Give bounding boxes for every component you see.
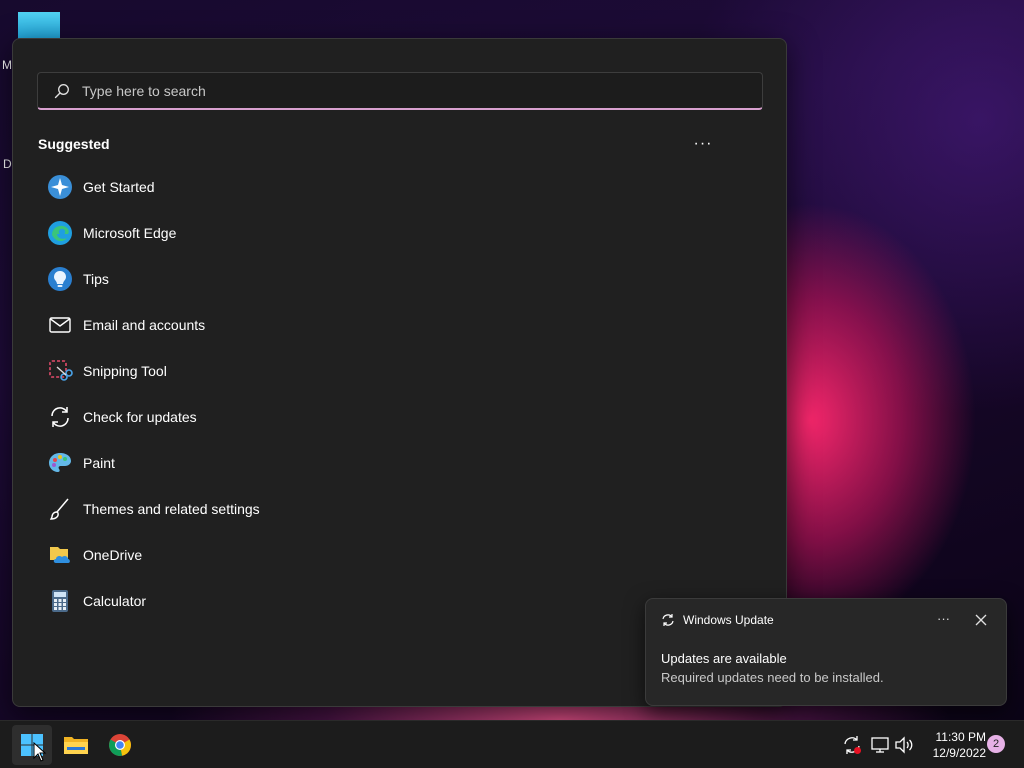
search-input[interactable] [80,81,762,100]
suggested-item-label: Check for updates [83,409,197,425]
tips-icon [47,266,73,292]
update-icon [47,404,73,430]
clock-time: 11:30 PM [935,730,986,744]
search-box[interactable] [37,72,763,110]
toast-app-name: Windows Update [683,613,774,627]
chrome-button[interactable] [100,725,140,765]
paint-icon [47,450,73,476]
toast-header: Windows Update [661,613,774,627]
desktop-label-fragment: M [2,58,12,72]
suggested-item-label: Tips [83,271,109,287]
suggested-item-calculator[interactable]: Calculator [37,578,737,624]
suggested-item-label: Themes and related settings [83,501,260,517]
toast-body: Required updates need to be installed. [661,670,884,685]
chrome-icon [109,734,131,756]
update-tray-icon[interactable] [842,735,862,755]
notification-count-badge[interactable]: 2 [987,735,1005,753]
suggested-item-label: Paint [83,455,115,471]
suggested-item-get-started[interactable]: Get Started [37,164,737,210]
suggested-item-label: Get Started [83,179,155,195]
suggested-item-label: Email and accounts [83,317,206,333]
file-explorer-icon [64,737,88,754]
suggested-item-label: OneDrive [83,547,143,563]
taskbar: 11:30 PM 12/9/2022 [0,720,1024,768]
suggested-more-button[interactable]: ··· [689,135,717,153]
suggested-item-label: Calculator [83,593,147,609]
get-started-icon [47,174,73,200]
toast-more-button[interactable]: ··· [937,611,950,626]
suggested-list: Get Started Microsoft Edge Tips Email an… [37,164,737,624]
calculator-icon [47,588,73,614]
search-icon [54,83,69,98]
mail-icon [47,312,73,338]
suggested-item-snipping-tool[interactable]: Snipping Tool [37,348,737,394]
toast-title: Updates are available [661,651,787,666]
close-icon[interactable] [974,613,988,627]
suggested-item-label: Microsoft Edge [83,225,177,241]
network-icon[interactable] [870,735,890,755]
edge-icon [47,220,73,246]
suggested-item-tips[interactable]: Tips [37,256,737,302]
suggested-item-check-for-updates[interactable]: Check for updates [37,394,737,440]
suggested-item-onedrive[interactable]: OneDrive [37,532,737,578]
suggested-item-paint[interactable]: Paint [37,440,737,486]
clock[interactable]: 11:30 PM 12/9/2022 [920,729,986,761]
notification-toast[interactable]: Windows Update ··· Updates are available… [645,598,1007,706]
suggested-item-microsoft-edge[interactable]: Microsoft Edge [37,210,737,256]
mouse-cursor-icon [33,742,47,762]
suggested-item-label: Snipping Tool [83,363,167,379]
update-icon [662,614,674,626]
suggested-item-email-and-accounts[interactable]: Email and accounts [37,302,737,348]
desktop-label-fragment: D [3,157,12,171]
volume-icon[interactable] [894,735,914,755]
suggested-heading: Suggested [38,136,110,152]
onedrive-icon [47,542,73,568]
brush-icon [47,496,73,522]
suggested-item-themes-and-related-settings[interactable]: Themes and related settings [37,486,737,532]
clock-date: 12/9/2022 [932,746,986,760]
file-explorer-button[interactable] [56,725,96,765]
snipping-tool-icon [47,358,73,384]
